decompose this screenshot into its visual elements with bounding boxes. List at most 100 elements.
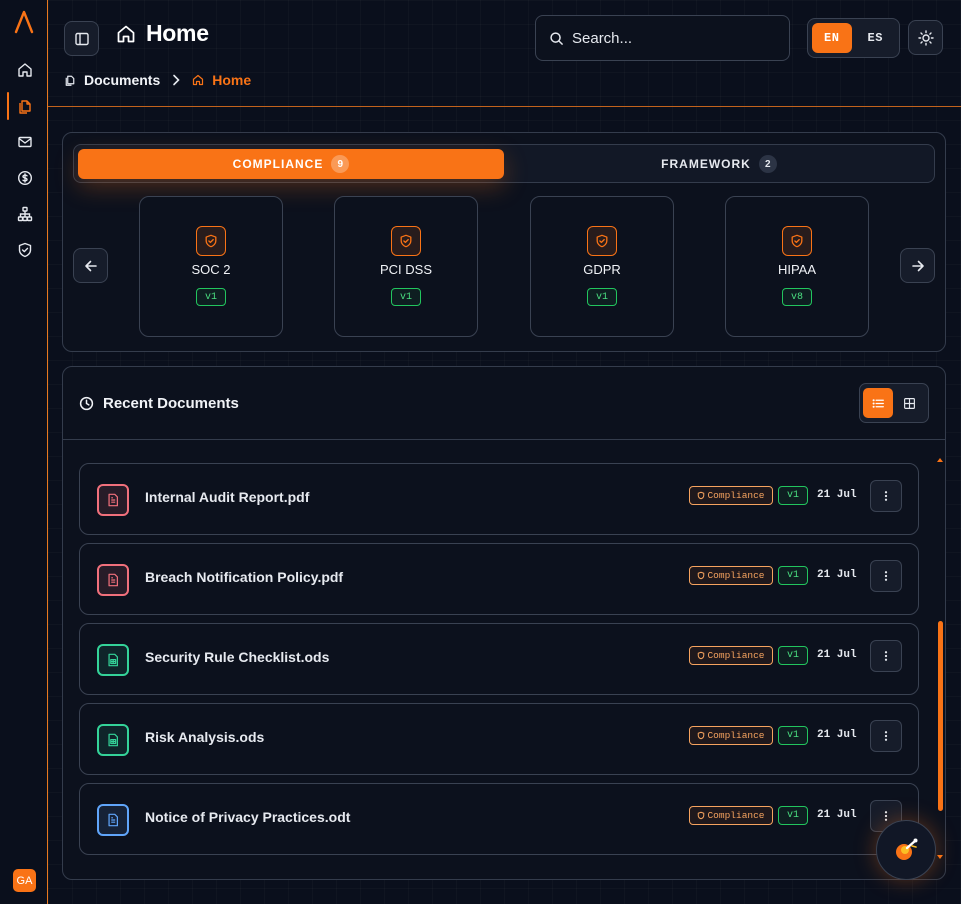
dollar-icon xyxy=(17,170,33,186)
shield-icon xyxy=(196,226,226,256)
assistant-button[interactable] xyxy=(876,820,936,880)
sidebar-item-documents[interactable] xyxy=(12,93,38,119)
document-menu-button[interactable] xyxy=(870,720,902,752)
version-badge: v8 xyxy=(782,288,812,306)
category-badge: Compliance xyxy=(689,486,773,505)
document-row[interactable]: Internal Audit Report.pdf Compliance v1 … xyxy=(79,463,919,535)
framework-name: HIPAA xyxy=(777,262,817,277)
more-vertical-icon xyxy=(884,651,888,661)
framework-card-pci-dss[interactable]: PCI DSS v1 xyxy=(334,196,478,337)
category-label: Compliance xyxy=(707,810,765,821)
document-date: 21 Jul xyxy=(817,809,857,821)
category-label: Compliance xyxy=(707,490,765,501)
tab-framework[interactable]: FRAMEWORK 2 xyxy=(506,149,932,179)
version-badge: v1 xyxy=(778,726,808,745)
version-badge: v1 xyxy=(391,288,421,306)
framework-card-soc2[interactable]: SOC 2 v1 xyxy=(139,196,283,337)
pdf-file-icon xyxy=(97,484,129,516)
document-row[interactable]: Security Rule Checklist.ods Compliance v… xyxy=(79,623,919,695)
theme-toggle-button[interactable] xyxy=(908,20,943,55)
home-icon xyxy=(117,25,135,42)
search-input[interactable] xyxy=(572,29,752,47)
sidebar-active-indicator xyxy=(7,92,9,120)
text-file-icon xyxy=(97,804,129,836)
search-icon xyxy=(550,31,563,45)
grid-view-button[interactable] xyxy=(894,388,924,418)
shield-icon xyxy=(698,571,705,580)
language-en-button[interactable]: EN xyxy=(812,23,852,53)
documents-icon xyxy=(19,100,31,114)
tab-count-badge: 2 xyxy=(758,155,777,173)
tab-label: COMPLIANCE xyxy=(232,157,324,171)
chevron-right-icon xyxy=(173,74,180,86)
document-date: 21 Jul xyxy=(817,729,857,741)
shield-icon xyxy=(698,811,705,820)
document-row[interactable]: Breach Notification Policy.pdf Complianc… xyxy=(79,543,919,615)
version-badge: v1 xyxy=(196,288,226,306)
document-menu-button[interactable] xyxy=(870,480,902,512)
sidebar: GA xyxy=(0,0,48,904)
documents-icon xyxy=(65,75,75,86)
document-name: Notice of Privacy Practices.odt xyxy=(145,809,351,825)
more-vertical-icon xyxy=(884,811,888,821)
view-mode-toggle xyxy=(859,383,929,423)
tab-count-badge: 9 xyxy=(331,155,350,173)
document-row[interactable]: Notice of Privacy Practices.odt Complian… xyxy=(79,783,919,855)
list-view-button[interactable] xyxy=(863,388,893,418)
version-badge: v1 xyxy=(587,288,617,306)
document-name: Risk Analysis.ods xyxy=(145,729,265,745)
home-icon xyxy=(18,63,32,77)
sidebar-item-organization[interactable] xyxy=(12,201,38,227)
recent-documents-panel: Recent Documents Internal Audit Report.p… xyxy=(62,366,946,880)
version-badge: v1 xyxy=(778,646,808,665)
carousel-prev-button[interactable] xyxy=(73,248,108,283)
document-menu-button[interactable] xyxy=(870,560,902,592)
shield-icon xyxy=(698,651,705,660)
version-badge: v1 xyxy=(778,486,808,505)
framework-card-hipaa[interactable]: HIPAA v8 xyxy=(725,196,869,337)
version-badge: v1 xyxy=(778,806,808,825)
category-badge: Compliance xyxy=(689,806,773,825)
shield-icon xyxy=(698,491,705,500)
grid-icon xyxy=(903,397,915,409)
sidebar-item-mail[interactable] xyxy=(12,129,38,155)
language-es-button[interactable]: ES xyxy=(856,23,896,53)
document-menu-button[interactable] xyxy=(870,640,902,672)
search-box[interactable] xyxy=(535,15,790,61)
spreadsheet-file-icon xyxy=(97,724,129,756)
carousel-next-button[interactable] xyxy=(900,248,935,283)
tab-label: FRAMEWORK xyxy=(661,157,751,171)
breadcrumb-documents-link[interactable]: Documents xyxy=(84,72,160,88)
framework-name: PCI DSS xyxy=(379,262,432,277)
shield-icon xyxy=(782,226,812,256)
shield-icon xyxy=(391,226,421,256)
category-badge: Compliance xyxy=(689,566,773,585)
more-vertical-icon xyxy=(884,731,888,741)
sidebar-item-home[interactable] xyxy=(12,57,38,83)
mail-icon xyxy=(18,136,32,148)
sidebar-item-billing[interactable] xyxy=(12,165,38,191)
rocket-icon xyxy=(896,838,918,860)
pdf-file-icon xyxy=(97,564,129,596)
tab-compliance[interactable]: COMPLIANCE 9 xyxy=(78,149,504,179)
sun-icon xyxy=(917,29,934,46)
app-logo-icon[interactable] xyxy=(13,10,35,34)
category-badge: Compliance xyxy=(689,646,773,665)
user-avatar[interactable]: GA xyxy=(13,869,36,892)
arrow-right-icon xyxy=(911,260,924,271)
document-row[interactable]: Risk Analysis.ods Compliance v1 21 Jul xyxy=(79,703,919,775)
category-label: Compliance xyxy=(707,730,765,741)
more-vertical-icon xyxy=(884,491,888,501)
scroll-up-arrow[interactable] xyxy=(937,458,943,462)
framework-card-gdpr[interactable]: GDPR v1 xyxy=(530,196,674,337)
more-vertical-icon xyxy=(884,571,888,581)
frameworks-panel: COMPLIANCE 9 FRAMEWORK 2 SOC 2 v1 PCI DS… xyxy=(62,132,946,352)
scroll-down-arrow[interactable] xyxy=(937,855,943,859)
scrollbar-thumb[interactable] xyxy=(938,621,943,811)
sidebar-toggle-button[interactable] xyxy=(64,21,99,56)
sidebar-item-security[interactable] xyxy=(12,237,38,263)
page-header: Home Documents Home EN ES xyxy=(48,0,961,107)
document-name: Internal Audit Report.pdf xyxy=(145,489,310,505)
recent-documents-title: Recent Documents xyxy=(79,395,239,412)
category-label: Compliance xyxy=(707,570,765,581)
